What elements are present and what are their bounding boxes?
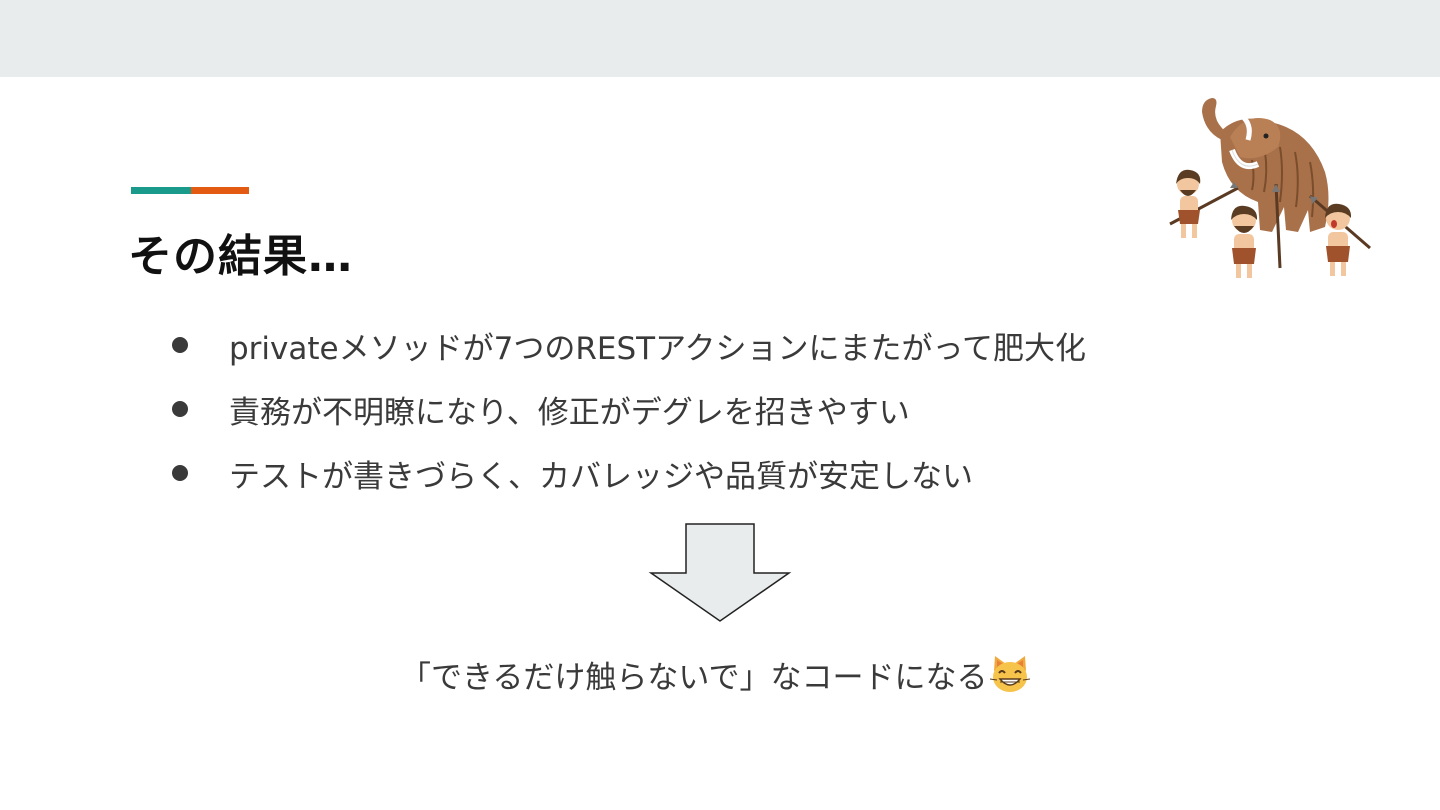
conclusion-text: 「できるだけ触らないで」なコードになる (400, 659, 988, 696)
down-arrow-icon (648, 523, 792, 622)
title-accent-teal (131, 187, 191, 194)
grinning-cat-icon (990, 656, 1031, 692)
bullet-text: テストが書きづらく、カバレッジや品質が安定しない (229, 458, 973, 495)
bullet-text: privateメソッドが7つのRESTアクションにまたがって肥大化 (229, 330, 1086, 367)
list-item: テストが書きづらく、カバレッジや品質が安定しない (172, 441, 1086, 505)
bullet-dot-icon (172, 337, 188, 353)
list-item: privateメソッドが7つのRESTアクションにまたがって肥大化 (172, 313, 1086, 377)
top-band (0, 0, 1440, 77)
bullet-list: privateメソッドが7つのRESTアクションにまたがって肥大化 責務が不明瞭… (172, 313, 1086, 505)
conclusion: 「できるだけ触らないで」なコードになる (400, 648, 1040, 700)
title-accent-orange (191, 187, 249, 194)
mammoth-hunting-cavemen-illustration (1169, 98, 1371, 278)
bullet-dot-icon (172, 465, 188, 481)
list-item: 責務が不明瞭になり、修正がデグレを招きやすい (172, 377, 1086, 441)
bullet-text: 責務が不明瞭になり、修正がデグレを招きやすい (229, 394, 910, 431)
bullet-dot-icon (172, 401, 188, 417)
slide-title: その結果… (128, 231, 353, 282)
